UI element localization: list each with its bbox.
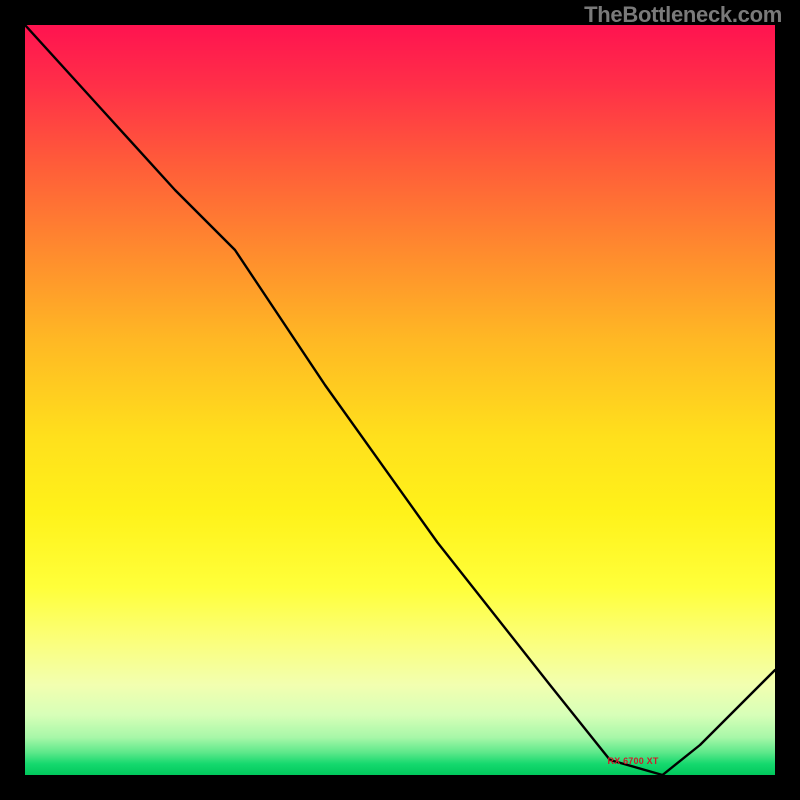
optimal-marker-label: RX 6700 XT — [608, 756, 659, 766]
plot-area: RX 6700 XT — [25, 25, 775, 775]
chart-frame: TheBottleneck.com RX 6700 XT — [0, 0, 800, 800]
bottleneck-curve — [25, 25, 775, 775]
